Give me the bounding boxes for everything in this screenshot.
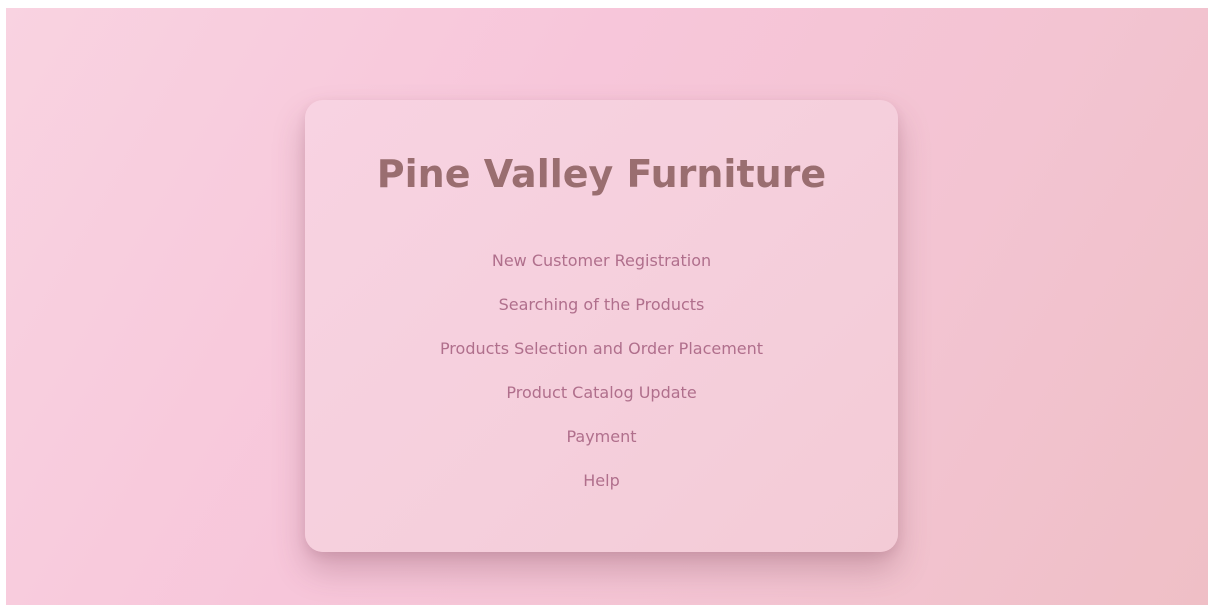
page-background: Pine Valley Furniture New Customer Regis…	[6, 8, 1208, 605]
menu-item: New Customer Registration	[305, 239, 898, 283]
new-customer-registration-link[interactable]: New Customer Registration	[492, 251, 711, 270]
menu-card: Pine Valley Furniture New Customer Regis…	[305, 100, 898, 552]
menu-item: Searching of the Products	[305, 283, 898, 327]
menu-item: Payment	[305, 415, 898, 459]
help-link[interactable]: Help	[583, 471, 619, 490]
searching-products-link[interactable]: Searching of the Products	[499, 295, 705, 314]
product-catalog-update-link[interactable]: Product Catalog Update	[506, 383, 696, 402]
page-title: Pine Valley Furniture	[376, 152, 827, 196]
menu-item: Products Selection and Order Placement	[305, 327, 898, 371]
product-selection-order-link[interactable]: Products Selection and Order Placement	[440, 339, 763, 358]
menu-item: Product Catalog Update	[305, 371, 898, 415]
menu-item: Help	[305, 459, 898, 503]
main-menu: New Customer Registration Searching of t…	[305, 239, 898, 503]
payment-link[interactable]: Payment	[566, 427, 636, 446]
